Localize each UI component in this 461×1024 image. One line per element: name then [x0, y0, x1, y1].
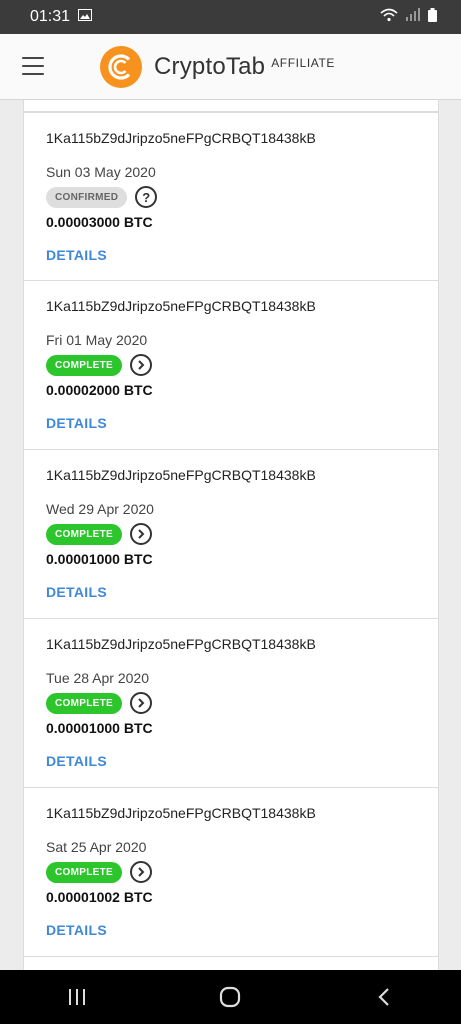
brand-subtitle: AFFILIATE	[271, 56, 336, 70]
transaction-card: 1Ka115bZ9dJripzo5neFPgCRBQT18438kB Tue 2…	[23, 619, 439, 788]
status-badge: COMPLETE	[46, 523, 122, 545]
transaction-date: Sat 25 Apr 2020	[46, 839, 147, 855]
hamburger-menu-icon[interactable]	[22, 57, 44, 75]
status-badge: COMPLETE	[46, 692, 122, 714]
transaction-amount: 0.00002000 BTC	[46, 382, 153, 398]
cryptotab-logo-icon	[100, 46, 142, 88]
status-badge: CONFIRMED	[46, 186, 128, 208]
signal-icon	[406, 8, 420, 26]
transaction-amount: 0.00001000 BTC	[46, 551, 153, 567]
chevron-right-icon[interactable]	[129, 692, 152, 714]
wifi-icon	[380, 8, 398, 27]
details-link[interactable]: DETAILS	[46, 584, 107, 600]
details-link[interactable]: DETAILS	[46, 922, 107, 938]
app-header: CryptoTab AFFILIATE	[0, 34, 461, 100]
chevron-right-icon[interactable]	[129, 523, 152, 545]
status-row: COMPLETE	[46, 354, 152, 376]
transaction-card: 1Ka115bZ9dJripzo5neFPgCRBQT18438kB Sun 0…	[23, 112, 439, 281]
status-row: CONFIRMED ?	[46, 186, 158, 208]
details-link[interactable]: DETAILS	[46, 415, 107, 431]
transaction-date: Fri 01 May 2020	[46, 332, 148, 348]
transaction-list: 1Ka115bZ9dJripzo5neFPgCRBQT18438kB Sun 0…	[23, 100, 439, 970]
wallet-address: 1Ka115bZ9dJripzo5neFPgCRBQT18438kB	[46, 467, 316, 483]
question-icon[interactable]: ?	[135, 186, 158, 208]
wallet-address: 1Ka115bZ9dJripzo5neFPgCRBQT18438kB	[46, 636, 316, 652]
status-row: COMPLETE	[46, 523, 152, 545]
logo[interactable]: CryptoTab AFFILIATE	[100, 46, 335, 88]
wallet-address: 1Ka115bZ9dJripzo5neFPgCRBQT18438kB	[46, 298, 316, 314]
transaction-amount: 0.00001000 BTC	[46, 720, 153, 736]
details-link[interactable]: DETAILS	[46, 247, 107, 263]
transaction-card: 1Ka115bZ9dJripzo5neFPgCRBQT18438kB Sat 2…	[23, 788, 439, 957]
system-navigation-bar	[0, 970, 461, 1024]
transaction-list-area[interactable]: 1Ka115bZ9dJripzo5neFPgCRBQT18438kB Sun 0…	[0, 100, 461, 970]
chevron-right-icon[interactable]	[129, 861, 152, 883]
clock: 01:31	[30, 8, 71, 25]
transaction-date: Sun 03 May 2020	[46, 164, 156, 180]
transaction-amount: 0.00001002 BTC	[46, 889, 153, 905]
status-row: COMPLETE	[46, 861, 152, 883]
previous-card-edge	[23, 100, 439, 112]
transaction-date: Tue 28 Apr 2020	[46, 670, 150, 686]
brand-name: CryptoTab	[154, 53, 266, 80]
transaction-date: Wed 29 Apr 2020	[46, 501, 154, 517]
transaction-amount: 0.00003000 BTC	[46, 214, 153, 230]
transaction-card: 1Ka115bZ9dJripzo5neFPgCRBQT18438kB Fri 0…	[23, 281, 439, 450]
status-bar: 01:31	[0, 0, 461, 34]
home-icon[interactable]	[210, 982, 250, 1012]
back-icon[interactable]	[364, 982, 404, 1012]
wallet-address: 1Ka115bZ9dJripzo5neFPgCRBQT18438kB	[46, 805, 316, 821]
image-notification-icon	[78, 8, 93, 26]
wallet-address: 1Ka115bZ9dJripzo5neFPgCRBQT18438kB	[46, 130, 316, 146]
battery-icon	[428, 7, 437, 27]
recent-apps-icon[interactable]	[57, 982, 97, 1012]
status-badge: COMPLETE	[46, 861, 122, 883]
status-badge: COMPLETE	[46, 354, 122, 376]
details-link[interactable]: DETAILS	[46, 753, 107, 769]
status-row: COMPLETE	[46, 692, 152, 714]
transaction-card: 1Ka115bZ9dJripzo5neFPgCRBQT18438kB Wed 2…	[23, 450, 439, 619]
transaction-card-partial	[23, 957, 439, 970]
chevron-right-icon[interactable]	[129, 354, 152, 376]
